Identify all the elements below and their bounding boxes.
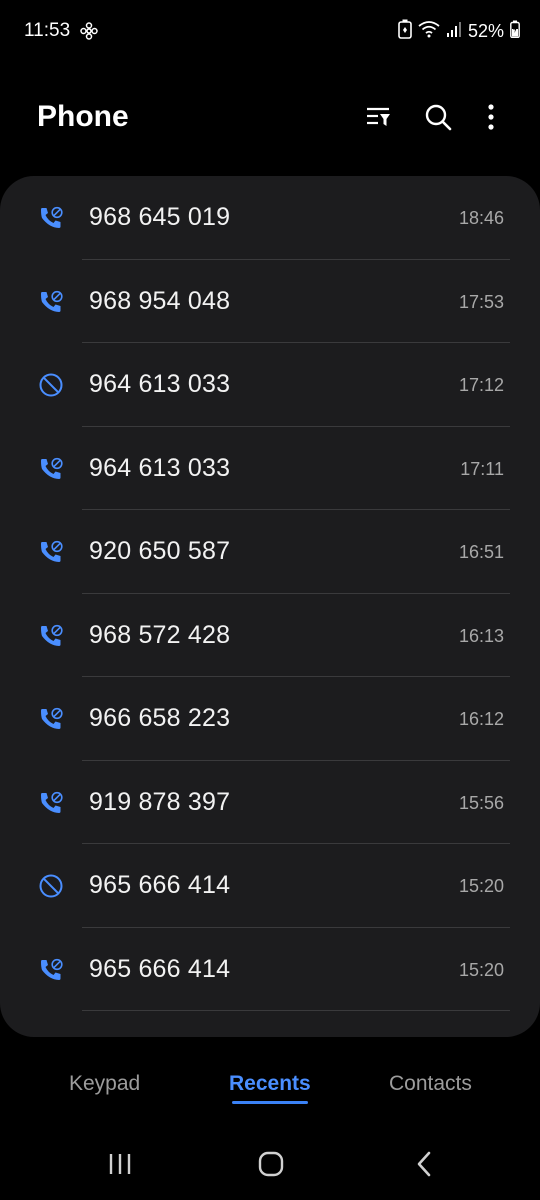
back-button[interactable] [404, 1146, 444, 1186]
home-icon [258, 1151, 284, 1182]
list-item[interactable]: 968 954 048 17:53 [0, 260, 540, 343]
status-bar: 11:53 52% [0, 0, 540, 62]
tab-recents[interactable]: Recents [229, 1072, 311, 1096]
call-time: 18:46 [458, 208, 504, 228]
call-time: 17:53 [458, 291, 504, 312]
list-item[interactable]: 964 613 033 17:11 [0, 427, 540, 510]
call-time: 17:11 [460, 458, 504, 479]
list-item[interactable]: 919 878 397 15:56 [0, 761, 540, 844]
home-button[interactable] [251, 1146, 291, 1186]
call-time: 15:56 [458, 792, 504, 813]
call-time: 16:13 [458, 625, 504, 646]
tab-contacts[interactable]: Contacts [389, 1072, 472, 1096]
battery-charging-icon [510, 20, 520, 43]
back-icon [414, 1151, 434, 1182]
outgoing-call-icon [38, 205, 64, 231]
call-time: 15:20 [458, 876, 504, 896]
wifi-icon [418, 20, 440, 43]
list-item[interactable]: 964 613 033 17:12 [0, 343, 540, 427]
blocked-call-icon [38, 873, 64, 899]
outgoing-call-icon [38, 790, 64, 816]
divider [82, 1010, 510, 1011]
list-item[interactable]: 968 572 428 16:13 [0, 594, 540, 677]
call-time: 15:20 [458, 959, 504, 980]
call-number: 965 666 414 [89, 954, 231, 983]
call-number: 966 658 223 [89, 704, 231, 732]
outgoing-call-icon [38, 957, 64, 983]
fan-icon [80, 22, 98, 40]
call-time: 16:51 [458, 542, 504, 562]
filter-icon[interactable] [362, 101, 394, 133]
outgoing-call-icon [38, 456, 64, 482]
recent-calls-list[interactable]: 968 645 019 18:46 968 954 048 17:53 964 … [0, 176, 540, 1037]
list-item[interactable]: 966 658 223 16:12 [0, 677, 540, 761]
page-title: Phone [37, 100, 129, 133]
call-time: 16:12 [458, 709, 504, 729]
call-number: 919 878 397 [89, 787, 231, 816]
call-number: 965 666 414 [89, 871, 231, 899]
call-number: 968 954 048 [89, 286, 231, 315]
call-number: 964 613 033 [89, 370, 231, 398]
signal-icon [446, 20, 462, 43]
recent-apps-button[interactable] [100, 1146, 140, 1186]
outgoing-call-icon [38, 289, 64, 315]
recent-apps-icon [108, 1152, 132, 1181]
call-time: 17:12 [458, 375, 504, 395]
search-icon[interactable] [422, 101, 454, 133]
battery-percent: 52% [467, 20, 504, 41]
status-time: 11:53 [24, 20, 71, 41]
call-number: 968 645 019 [89, 203, 231, 231]
call-number: 964 613 033 [89, 453, 231, 482]
active-tab-indicator [232, 1101, 308, 1104]
blocked-call-icon [38, 372, 64, 398]
list-item[interactable]: 965 666 414 15:20 [0, 844, 540, 928]
tab-keypad[interactable]: Keypad [69, 1072, 140, 1096]
status-right-group: 52% [398, 19, 520, 43]
list-item[interactable]: 920 650 587 16:51 [0, 510, 540, 594]
more-vert-icon[interactable] [475, 101, 507, 133]
call-number: 920 650 587 [89, 537, 231, 565]
outgoing-call-icon [38, 623, 64, 649]
battery-saver-icon [398, 19, 412, 44]
list-item[interactable]: 968 645 019 18:46 [0, 176, 540, 260]
call-number: 968 572 428 [89, 620, 231, 649]
outgoing-call-icon [38, 539, 64, 565]
outgoing-call-icon [38, 706, 64, 732]
list-item[interactable]: 965 666 414 15:20 [0, 928, 540, 1011]
